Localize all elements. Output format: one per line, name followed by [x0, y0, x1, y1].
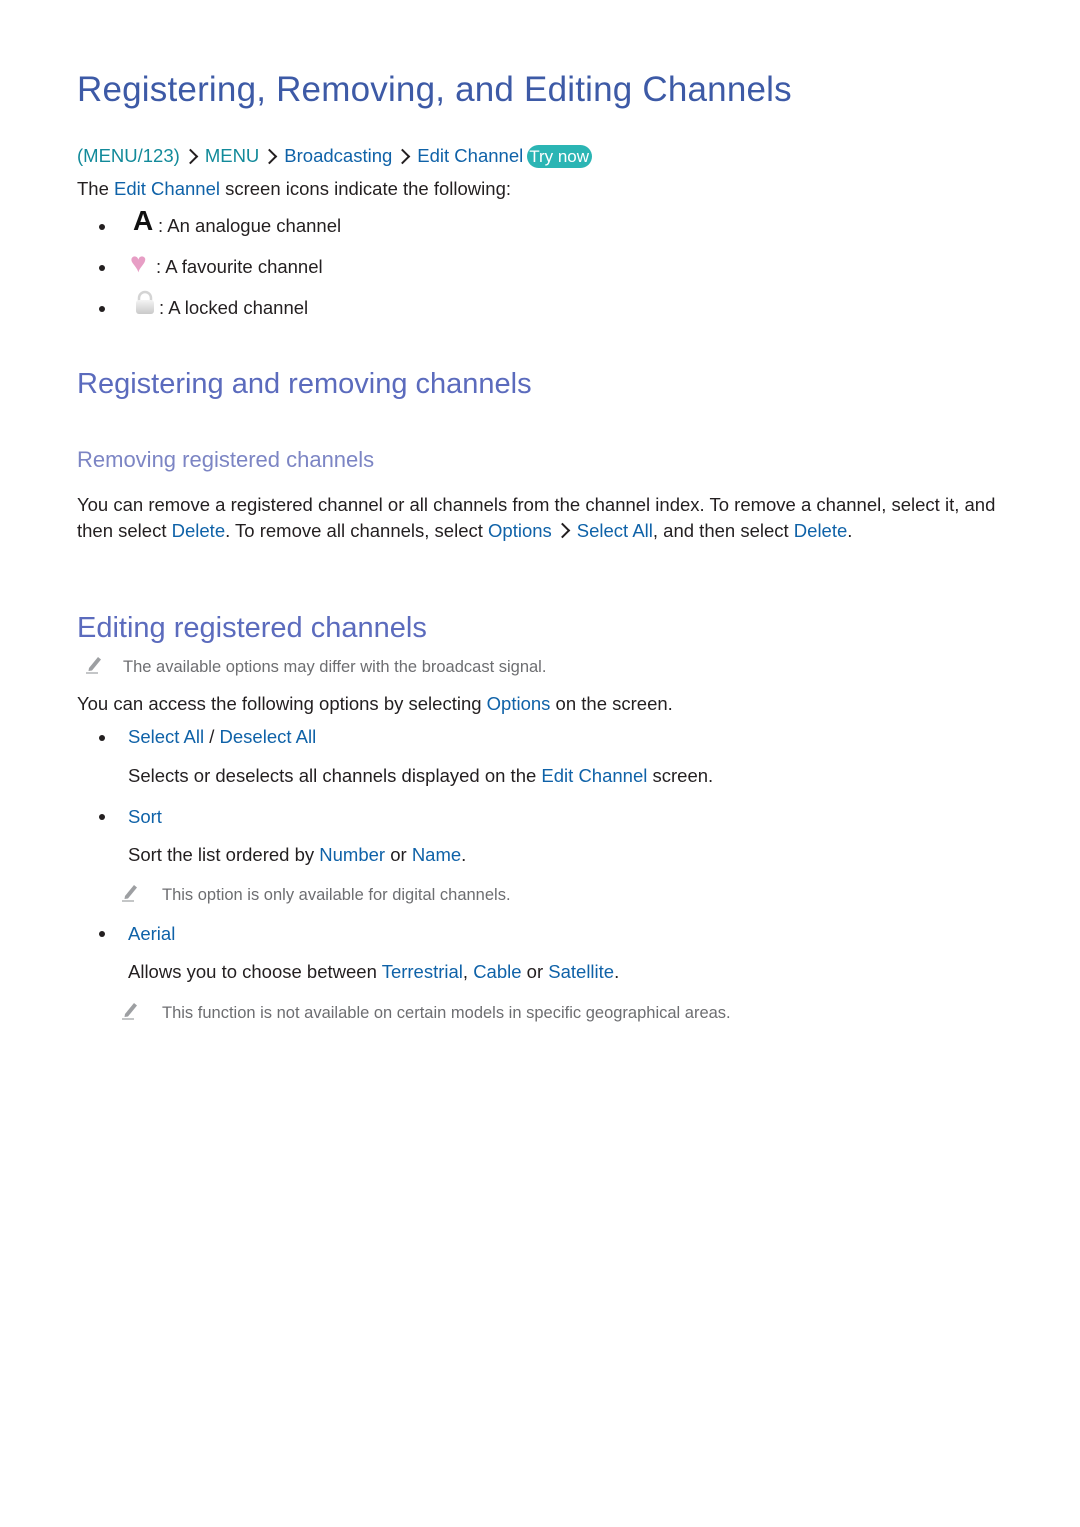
section-heading-editing: Editing registered channels — [77, 612, 427, 644]
bullet — [99, 814, 105, 820]
chevron-right-icon — [182, 148, 199, 164]
breadcrumb-menu123[interactable]: (MENU/123) — [77, 145, 180, 166]
section-heading-registering: Registering and removing channels — [77, 368, 532, 400]
bullet — [99, 306, 105, 312]
intro-text: The Edit Channel screen icons indicate t… — [77, 178, 511, 199]
option-select-all-desc: Selects or deselects all channels displa… — [128, 765, 714, 786]
edit-channel-link: Edit Channel — [114, 178, 220, 199]
option-select-all-title: Select All / Deselect All — [128, 726, 317, 747]
chevron-right-icon — [262, 148, 278, 164]
legend-analogue-text: : An analogue channel — [158, 215, 342, 236]
legend-locked-text: : A locked channel — [159, 297, 309, 318]
try-now-button[interactable]: Try now — [527, 145, 593, 168]
chevron-right-icon — [395, 148, 411, 164]
page-title: Registering, Removing, and Editing Chann… — [77, 70, 792, 109]
removing-paragraph: You can remove a registered channel or a… — [77, 494, 996, 541]
heart-icon: ♥ — [130, 247, 147, 278]
lock-icon — [134, 290, 156, 316]
breadcrumb-broadcasting[interactable]: Broadcasting — [284, 145, 392, 166]
options-link: Options — [486, 693, 551, 714]
pencil-note-icon — [122, 1003, 137, 1020]
option-aerial-desc: Allows you to choose between Terrestrial… — [128, 961, 620, 982]
bullet — [99, 265, 105, 271]
chevron-right-icon — [554, 522, 571, 539]
note-geographical: This function is not available on certai… — [162, 1004, 731, 1022]
option-aerial-title: Aerial — [128, 923, 176, 944]
pencil-note-icon — [86, 657, 101, 674]
breadcrumb-edit-channel[interactable]: Edit Channel — [417, 145, 523, 166]
delete-link: Delete — [171, 519, 226, 541]
subheading-removing: Removing registered channels — [77, 447, 375, 472]
breadcrumb-menu[interactable]: MENU — [205, 145, 259, 166]
bullet — [99, 224, 105, 230]
bullet — [99, 931, 105, 937]
pencil-note-icon — [122, 885, 137, 902]
option-sort-desc: Sort the list ordered by Number or Name. — [128, 844, 467, 865]
legend-favourite-text: : A favourite channel — [156, 256, 323, 277]
breadcrumb: (MENU/123) MENU Broadcasting Edit Channel Tr… — [77, 143, 593, 169]
delete-link: Delete — [793, 519, 848, 541]
options-intro: You can access the following options by … — [77, 693, 673, 714]
options-link: Options — [488, 519, 552, 541]
option-sort-title: Sort — [128, 806, 162, 827]
note-broadcast-signal: The available options may differ with th… — [123, 658, 547, 676]
note-digital-only: This option is only available for digita… — [162, 886, 511, 904]
analogue-icon: A — [133, 205, 154, 236]
select-all-link: Select All — [576, 519, 653, 541]
bullet — [99, 735, 105, 741]
